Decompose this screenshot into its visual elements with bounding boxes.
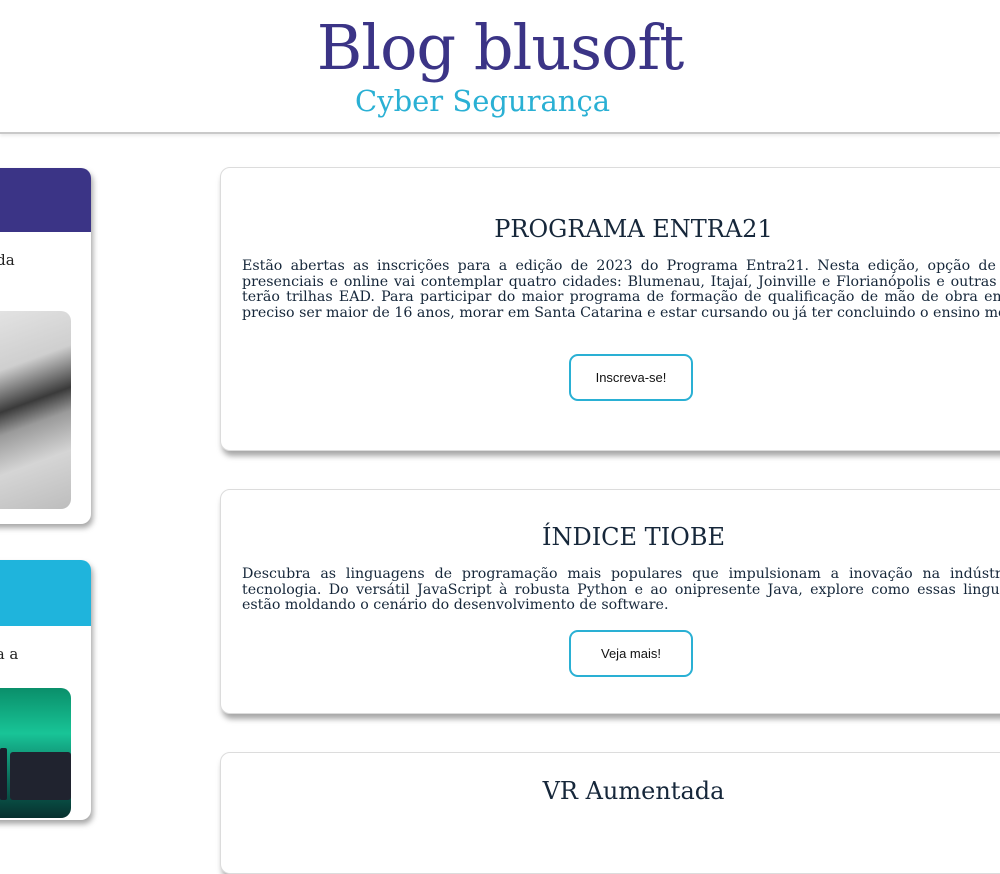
sidebar-card-text: para a xyxy=(0,645,19,663)
post-card: PROGRAMA ENTRA21 Estão abertas as inscri… xyxy=(220,167,1000,451)
post-title: VR Aumentada xyxy=(542,777,725,805)
screen-graphic xyxy=(10,752,71,800)
sidebar-card-header xyxy=(0,168,91,232)
site-title: Blog blusoft xyxy=(316,11,685,84)
sidebar-card[interactable]: eis da cos xyxy=(0,168,91,524)
site-header: Blog blusoft Cyber Segurança xyxy=(0,0,1000,134)
subscribe-button[interactable]: Inscreva-se! xyxy=(569,354,693,401)
sidebar-card-image xyxy=(0,311,71,509)
site-subtitle: Cyber Segurança xyxy=(355,84,611,118)
post-card: VR Aumentada xyxy=(220,752,1000,874)
post-title: ÍNDICE TIOBE xyxy=(541,523,726,551)
post-title: PROGRAMA ENTRA21 xyxy=(494,215,773,243)
post-card: ÍNDICE TIOBE Descubra as linguagens de p… xyxy=(220,489,1000,714)
sidebar-card-text: eis da xyxy=(0,251,15,269)
sidebar-card-header xyxy=(0,560,91,626)
phone-graphic xyxy=(0,748,7,800)
post-body: Estão abertas as inscrições para a ediçã… xyxy=(242,258,1000,321)
post-body: Descubra as linguagens de programação ma… xyxy=(242,566,1000,614)
see-more-button[interactable]: Veja mais! xyxy=(569,630,693,677)
